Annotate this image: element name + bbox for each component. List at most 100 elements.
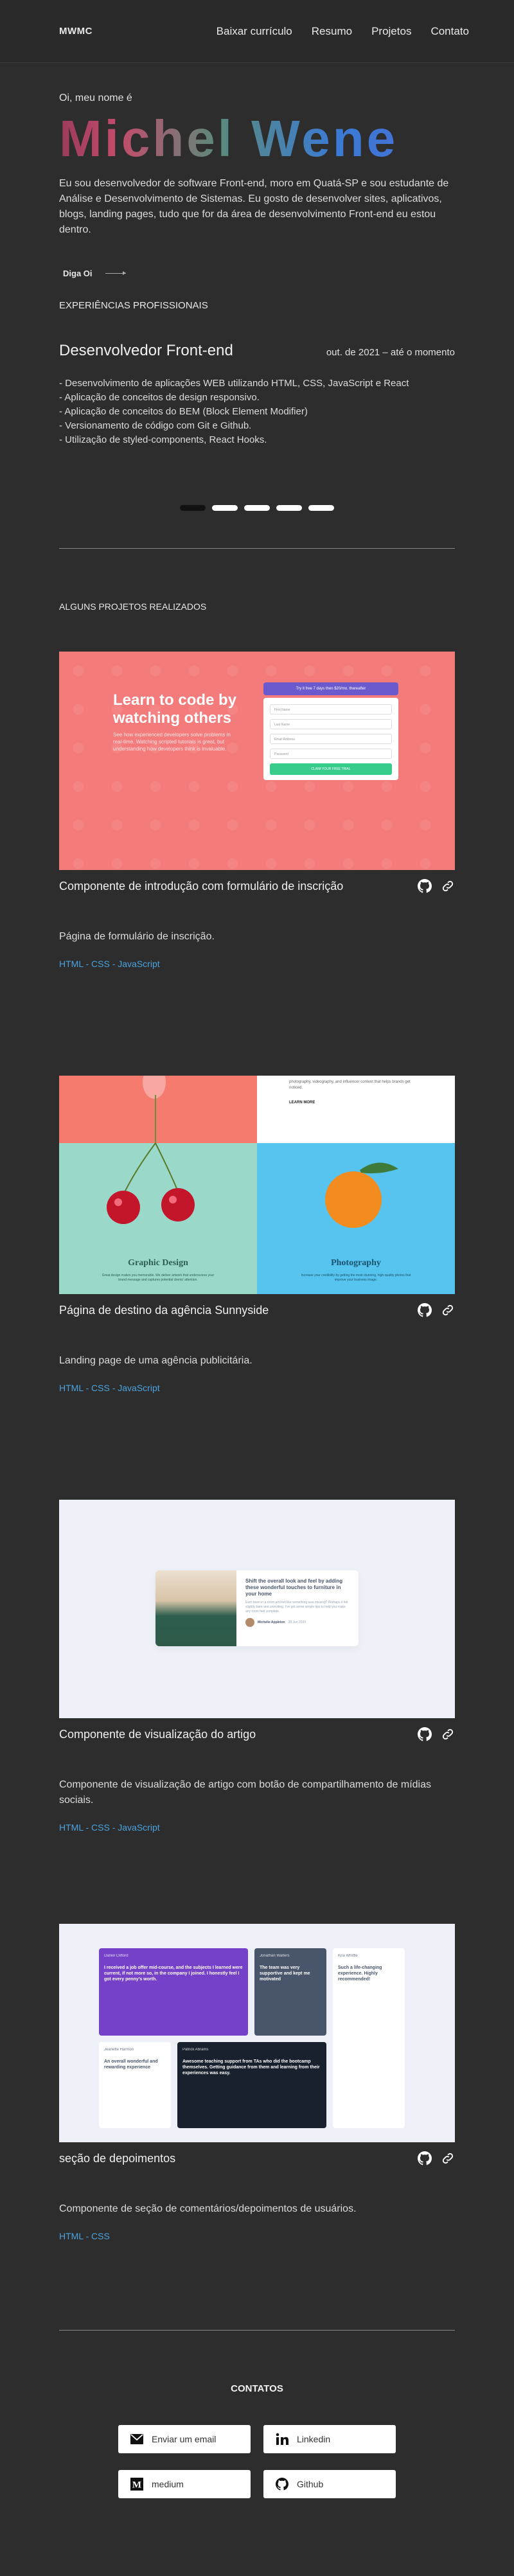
medium-button[interactable]: M medium [118, 2470, 251, 2498]
github-button-label: Github [297, 2479, 324, 2489]
hero-name: Michel Wene [59, 111, 455, 167]
nav-projects[interactable]: Projetos [371, 25, 411, 38]
thumb-button: CLAIM YOUR FREE TRIAL [270, 763, 392, 775]
nav-download-resume[interactable]: Baixar currículo [217, 25, 292, 38]
testimonial-card: Kira Whittle Such a life-changing experi… [333, 1948, 405, 2128]
job-date: out. de 2021 – até o momento [326, 347, 455, 358]
testimonial-name: Kira Whittle [338, 1954, 358, 1958]
testimonial-name: Patrick Abrams [182, 2048, 209, 2052]
thumb-field: Last Name [270, 719, 392, 729]
section-divider [59, 548, 455, 549]
thumb-field: First Name [270, 704, 392, 715]
list-item: - Utilização de styled-components, React… [59, 434, 267, 445]
thumb-left-small: Great design makes you memorable. We del… [102, 1274, 215, 1282]
medium-button-label: medium [152, 2479, 184, 2489]
thumb-form: First Name Last Name Email Address Passw… [263, 698, 398, 780]
link-icon[interactable] [441, 879, 455, 893]
github-icon[interactable] [418, 2151, 432, 2165]
project-header: Página de destino da agência Sunnyside [59, 1303, 455, 1317]
site-logo[interactable]: MWMC [59, 26, 93, 37]
project-description: Componente de visualização de artigo com… [59, 1779, 431, 1806]
testimonial-name: Jonathan Walters [260, 1954, 290, 1958]
arrow-right-icon [105, 271, 126, 275]
project-header: Componente de introdução com formulário … [59, 879, 455, 893]
testimonial-text: Awesome teaching support from TAs who di… [182, 2059, 320, 2075]
svg-text:M: M [132, 2480, 141, 2491]
say-hi-link[interactable]: Diga Oi [63, 269, 455, 278]
project-title: Componente de visualização do artigo [59, 1727, 256, 1741]
testimonial-text: The team was very supportive and kept me… [260, 1966, 310, 1982]
thumb-field: Password [270, 749, 392, 759]
contacts-grid: Enviar um email Linkedin M medium Github [118, 2425, 396, 2557]
about-text: Eu sou desenvolvedor de software Front-e… [59, 178, 449, 235]
carousel-dot[interactable] [212, 505, 238, 511]
testimonial-text: Such a life-changing experience. Highly … [338, 1966, 382, 1982]
thumb-cherry-top [59, 1076, 257, 1143]
thumb-article-card: Shift the overall look and feel by addin… [155, 1570, 359, 1646]
thumb-right-label: Photography [331, 1258, 381, 1268]
project-thumbnail[interactable]: Shift the overall look and feel by addin… [59, 1500, 455, 1718]
projects-section: ALGUNS PROJETOS REALIZADOS Learn to code… [0, 601, 514, 2241]
carousel-dot[interactable] [180, 505, 206, 511]
contacts-section: CONTATOS Enviar um email Linkedin M medi… [0, 2383, 514, 2557]
thumb-top-text: photography, videography, and influencer… [289, 1080, 411, 1090]
greeting-text: Oi, meu nome é [59, 93, 132, 103]
project-thumbnail[interactable]: Learn to code by watching others See how… [59, 652, 455, 870]
project-links [418, 1303, 455, 1317]
thumb-subtext: See how experienced developers solve pro… [113, 732, 231, 752]
thumb-photography: Photography Increase your credibility by… [257, 1143, 455, 1294]
linkedin-icon [275, 2432, 289, 2446]
main-nav: Baixar currículo Resumo Projetos Contato [217, 25, 469, 38]
project-header: Componente de visualização do artigo [59, 1727, 455, 1741]
project-title: Componente de introdução com formulário … [59, 879, 344, 893]
project-tags: HTML - CSS - JavaScript [59, 1383, 160, 1393]
github-icon[interactable] [418, 1727, 432, 1741]
thumb-author: Michelle Appleton 28 Jun 2020 [245, 1618, 350, 1627]
project-description: Componente de seção de comentários/depoi… [59, 2203, 357, 2214]
project-thumbnail[interactable]: Daniel Clifford I received a job offer m… [59, 1924, 455, 2142]
project-tags: HTML - CSS - JavaScript [59, 959, 160, 969]
carousel-dot[interactable] [276, 505, 302, 511]
mail-icon [130, 2432, 144, 2446]
nav-contact[interactable]: Contato [430, 25, 469, 38]
thumb-article-text: Ever been in a room and felt like someth… [245, 1601, 348, 1613]
nav-summary[interactable]: Resumo [312, 25, 352, 38]
carousel-dots [59, 505, 455, 511]
github-icon [275, 2477, 289, 2491]
carousel-dot[interactable] [308, 505, 334, 511]
job-header: Desenvolvedor Front-end out. de 2021 – a… [59, 342, 455, 360]
list-item: - Desenvolvimento de aplicações WEB util… [59, 378, 409, 389]
hero-section: Oi, meu nome é Michel Wene Eu sou desenv… [0, 93, 514, 511]
link-icon[interactable] [441, 2151, 455, 2165]
testimonial-card: Jonathan Walters The team was very suppo… [254, 1948, 326, 2036]
github-button[interactable]: Github [263, 2470, 396, 2498]
project-card: Daniel Clifford I received a job offer m… [59, 1924, 455, 2241]
thumb-left-label: Graphic Design [128, 1258, 188, 1268]
project-card: Learn to code by watching others See how… [59, 652, 455, 969]
say-hi-label: Diga Oi [63, 269, 93, 278]
testimonial-card: Daniel Clifford I received a job offer m… [99, 1948, 248, 2036]
project-card: photography, videography, and influencer… [59, 1076, 455, 1393]
project-thumbnail[interactable]: photography, videography, and influencer… [59, 1076, 455, 1294]
experience-section-title: EXPERIÊNCIAS PROFISSIONAIS [59, 300, 208, 311]
github-icon[interactable] [418, 1303, 432, 1317]
list-item: - Versionamento de código com Git e Gith… [59, 420, 252, 431]
medium-icon: M [130, 2477, 144, 2491]
thumb-heading: Learn to code by watching others [113, 691, 237, 727]
linkedin-button[interactable]: Linkedin [263, 2425, 396, 2453]
link-icon[interactable] [441, 1727, 455, 1741]
github-icon[interactable] [418, 879, 432, 893]
link-icon[interactable] [441, 1303, 455, 1317]
section-divider [59, 2330, 455, 2331]
carousel-dot[interactable] [244, 505, 270, 511]
avatar [245, 1618, 254, 1627]
email-button[interactable]: Enviar um email [118, 2425, 251, 2453]
testimonial-card: Patrick Abrams Awesome teaching support … [177, 2042, 326, 2128]
testimonial-text: An overall wonderful and rewarding exper… [104, 2059, 158, 2070]
project-tags: HTML - CSS - JavaScript [59, 1822, 160, 1833]
project-links [418, 2151, 455, 2165]
site-header: MWMC Baixar currículo Resumo Projetos Co… [0, 0, 514, 63]
project-description: Landing page de uma agência publicitária… [59, 1355, 253, 1366]
project-tags: HTML - CSS [59, 2231, 110, 2241]
testimonial-card: Jeanette Harmon An overall wonderful and… [99, 2042, 171, 2128]
